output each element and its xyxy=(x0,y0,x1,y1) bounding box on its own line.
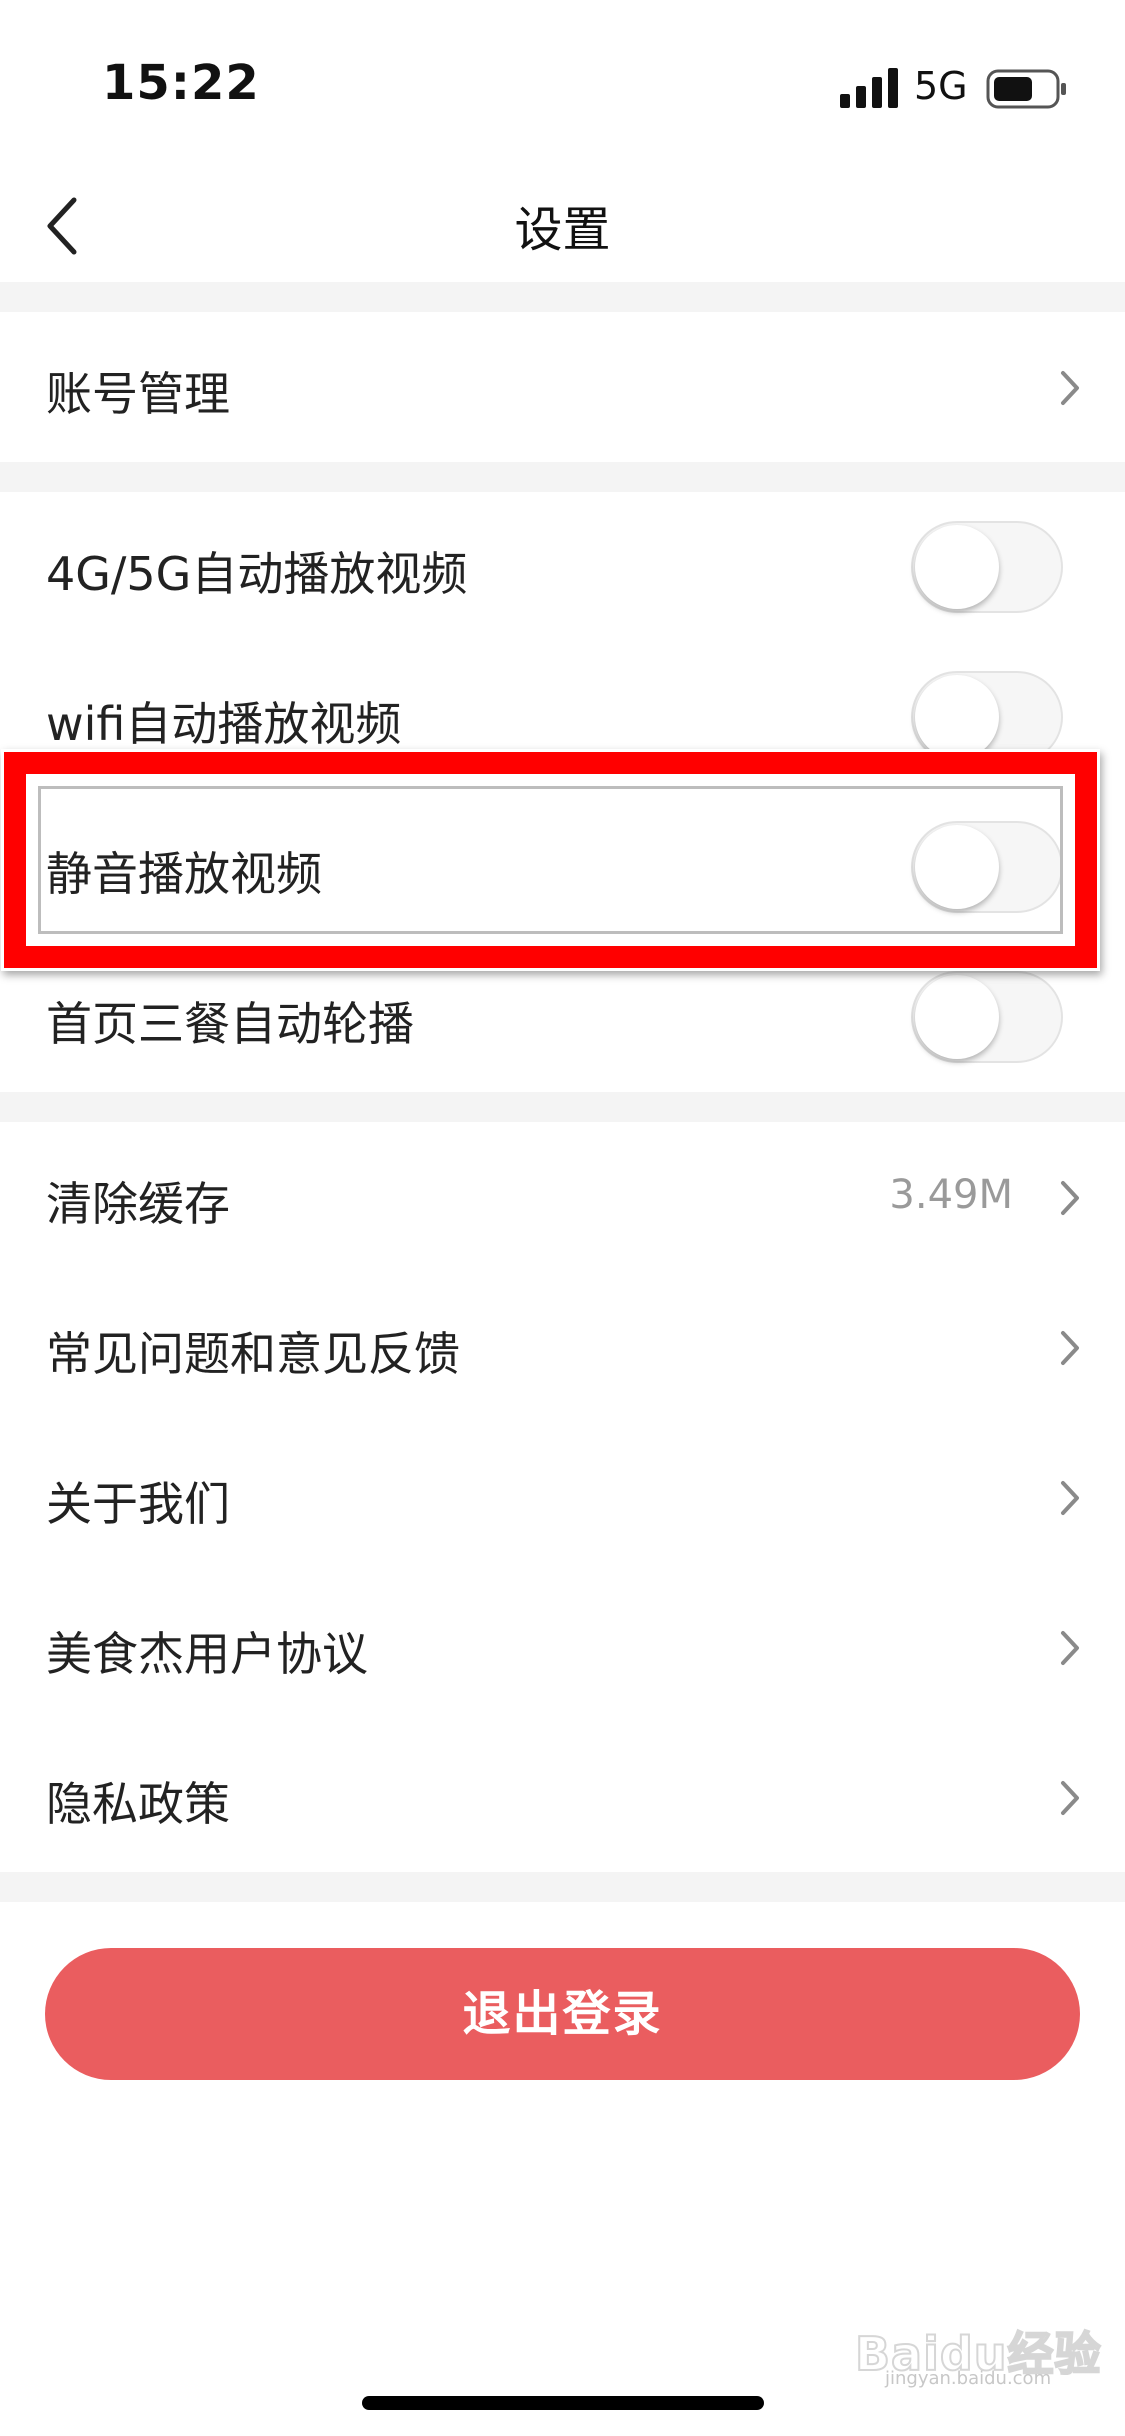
row-label: 关于我们 xyxy=(46,1477,230,1531)
row-label: 美食杰用户协议 xyxy=(46,1627,368,1681)
row-account-management[interactable]: 账号管理 xyxy=(0,312,1125,462)
status-bar: 15:22 5G xyxy=(0,0,1125,170)
row-label: 隐私政策 xyxy=(46,1777,230,1831)
home-meals-carousel-toggle[interactable] xyxy=(911,971,1063,1063)
section-divider xyxy=(0,1092,1125,1122)
autoplay-wifi-toggle[interactable] xyxy=(911,671,1063,763)
row-mute-playback: 静音播放视频 xyxy=(0,792,1125,942)
row-label: 账号管理 xyxy=(46,367,230,421)
navigation-bar: 设置 xyxy=(0,170,1125,282)
chevron-right-icon xyxy=(1061,1181,1079,1215)
cache-size-value: 3.49M xyxy=(889,1172,1013,1218)
chevron-right-icon xyxy=(1061,1631,1079,1665)
row-label: 常见问题和意见反馈 xyxy=(46,1327,460,1381)
toggle-knob xyxy=(915,825,999,909)
autoplay-cellular-toggle[interactable] xyxy=(911,521,1063,613)
row-about-us[interactable]: 关于我们 xyxy=(0,1422,1125,1572)
chevron-right-icon xyxy=(1061,1781,1079,1815)
row-clear-cache[interactable]: 清除缓存 3.49M xyxy=(0,1122,1125,1272)
baidu-jingyan-watermark: Baidu经验 jingyan.baidu.com xyxy=(854,2308,1102,2389)
chevron-right-icon xyxy=(1061,1331,1079,1365)
row-label: 清除缓存 xyxy=(46,1177,230,1231)
section-divider xyxy=(0,1872,1125,1902)
battery-icon xyxy=(986,69,1066,109)
chevron-right-icon xyxy=(1061,371,1079,405)
row-privacy-policy[interactable]: 隐私政策 xyxy=(0,1722,1125,1872)
signal-bars-icon xyxy=(840,68,898,108)
chevron-right-icon xyxy=(1061,1481,1079,1515)
status-time: 15:22 xyxy=(102,55,260,111)
row-label: 静音播放视频 xyxy=(46,847,322,901)
section-divider xyxy=(0,462,1125,492)
toggle-knob xyxy=(915,525,999,609)
row-user-agreement[interactable]: 美食杰用户协议 xyxy=(0,1572,1125,1722)
network-type-label: 5G xyxy=(914,64,968,108)
row-wifi-autoplay: wifi自动播放视频 xyxy=(0,642,1125,792)
row-home-carousel: 首页三餐自动轮播 xyxy=(0,942,1125,1092)
row-label: 4G/5G自动播放视频 xyxy=(46,547,468,601)
toggle-knob xyxy=(915,675,999,759)
mute-playback-toggle[interactable] xyxy=(911,821,1063,913)
home-indicator[interactable] xyxy=(362,2396,764,2410)
row-label: 首页三餐自动轮播 xyxy=(46,997,414,1051)
toggle-knob xyxy=(915,975,999,1059)
row-label: wifi自动播放视频 xyxy=(46,697,402,751)
row-faq-feedback[interactable]: 常见问题和意见反馈 xyxy=(0,1272,1125,1422)
row-cellular-autoplay: 4G/5G自动播放视频 xyxy=(0,492,1125,642)
page-title: 设置 xyxy=(514,202,611,258)
logout-button[interactable]: 退出登录 xyxy=(45,1948,1080,2080)
watermark-url: jingyan.baidu.com xyxy=(885,2368,1052,2389)
section-divider xyxy=(0,282,1125,312)
